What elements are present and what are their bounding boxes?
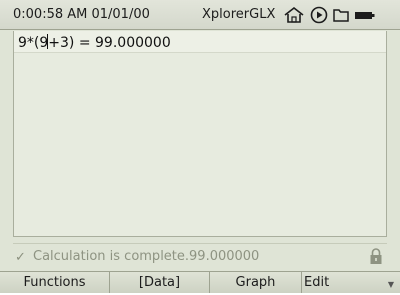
app-name: XplorerGLX (202, 7, 276, 22)
expression-before-cursor: 9*(9 (18, 35, 49, 51)
graph-softkey[interactable]: Graph (210, 272, 302, 293)
calculation-result: 99.000000 (95, 35, 171, 51)
softkey-bar: Functions [Data] Graph Edit ▼ (0, 271, 400, 293)
expression-input[interactable]: 9*(9+3) = 99.000000 (18, 34, 171, 51)
edit-softkey[interactable]: Edit ▼ (302, 272, 400, 293)
datetime-display: 0:00:58 AM 01/01/00 (13, 7, 150, 22)
status-icons (282, 6, 376, 24)
status-message: Calculation is complete.99.000000 (33, 249, 260, 264)
expression-after-cursor: +3) = (48, 35, 96, 51)
data-softkey[interactable]: [Data] (110, 272, 210, 293)
more-indicator-icon: ▼ (387, 280, 394, 289)
xplorer-glx-screen: 0:00:58 AM 01/01/00 XplorerGLX 9*(9+3) =… (0, 0, 400, 293)
check-icon: ✓ (15, 250, 26, 265)
lock-icon[interactable] (369, 248, 383, 269)
folder-icon[interactable] (332, 6, 350, 24)
edit-softkey-label: Edit (304, 275, 330, 290)
functions-softkey[interactable]: Functions (0, 272, 110, 293)
calculation-line[interactable]: 9*(9+3) = 99.000000 (14, 31, 386, 53)
calculator-workspace[interactable]: 9*(9+3) = 99.000000 (13, 31, 387, 237)
play-icon[interactable] (310, 6, 328, 24)
title-bar: 0:00:58 AM 01/01/00 XplorerGLX (0, 0, 400, 30)
battery-icon (354, 6, 376, 24)
status-line: ✓ Calculation is complete.99.000000 (13, 243, 387, 268)
home-icon[interactable] (282, 6, 306, 24)
